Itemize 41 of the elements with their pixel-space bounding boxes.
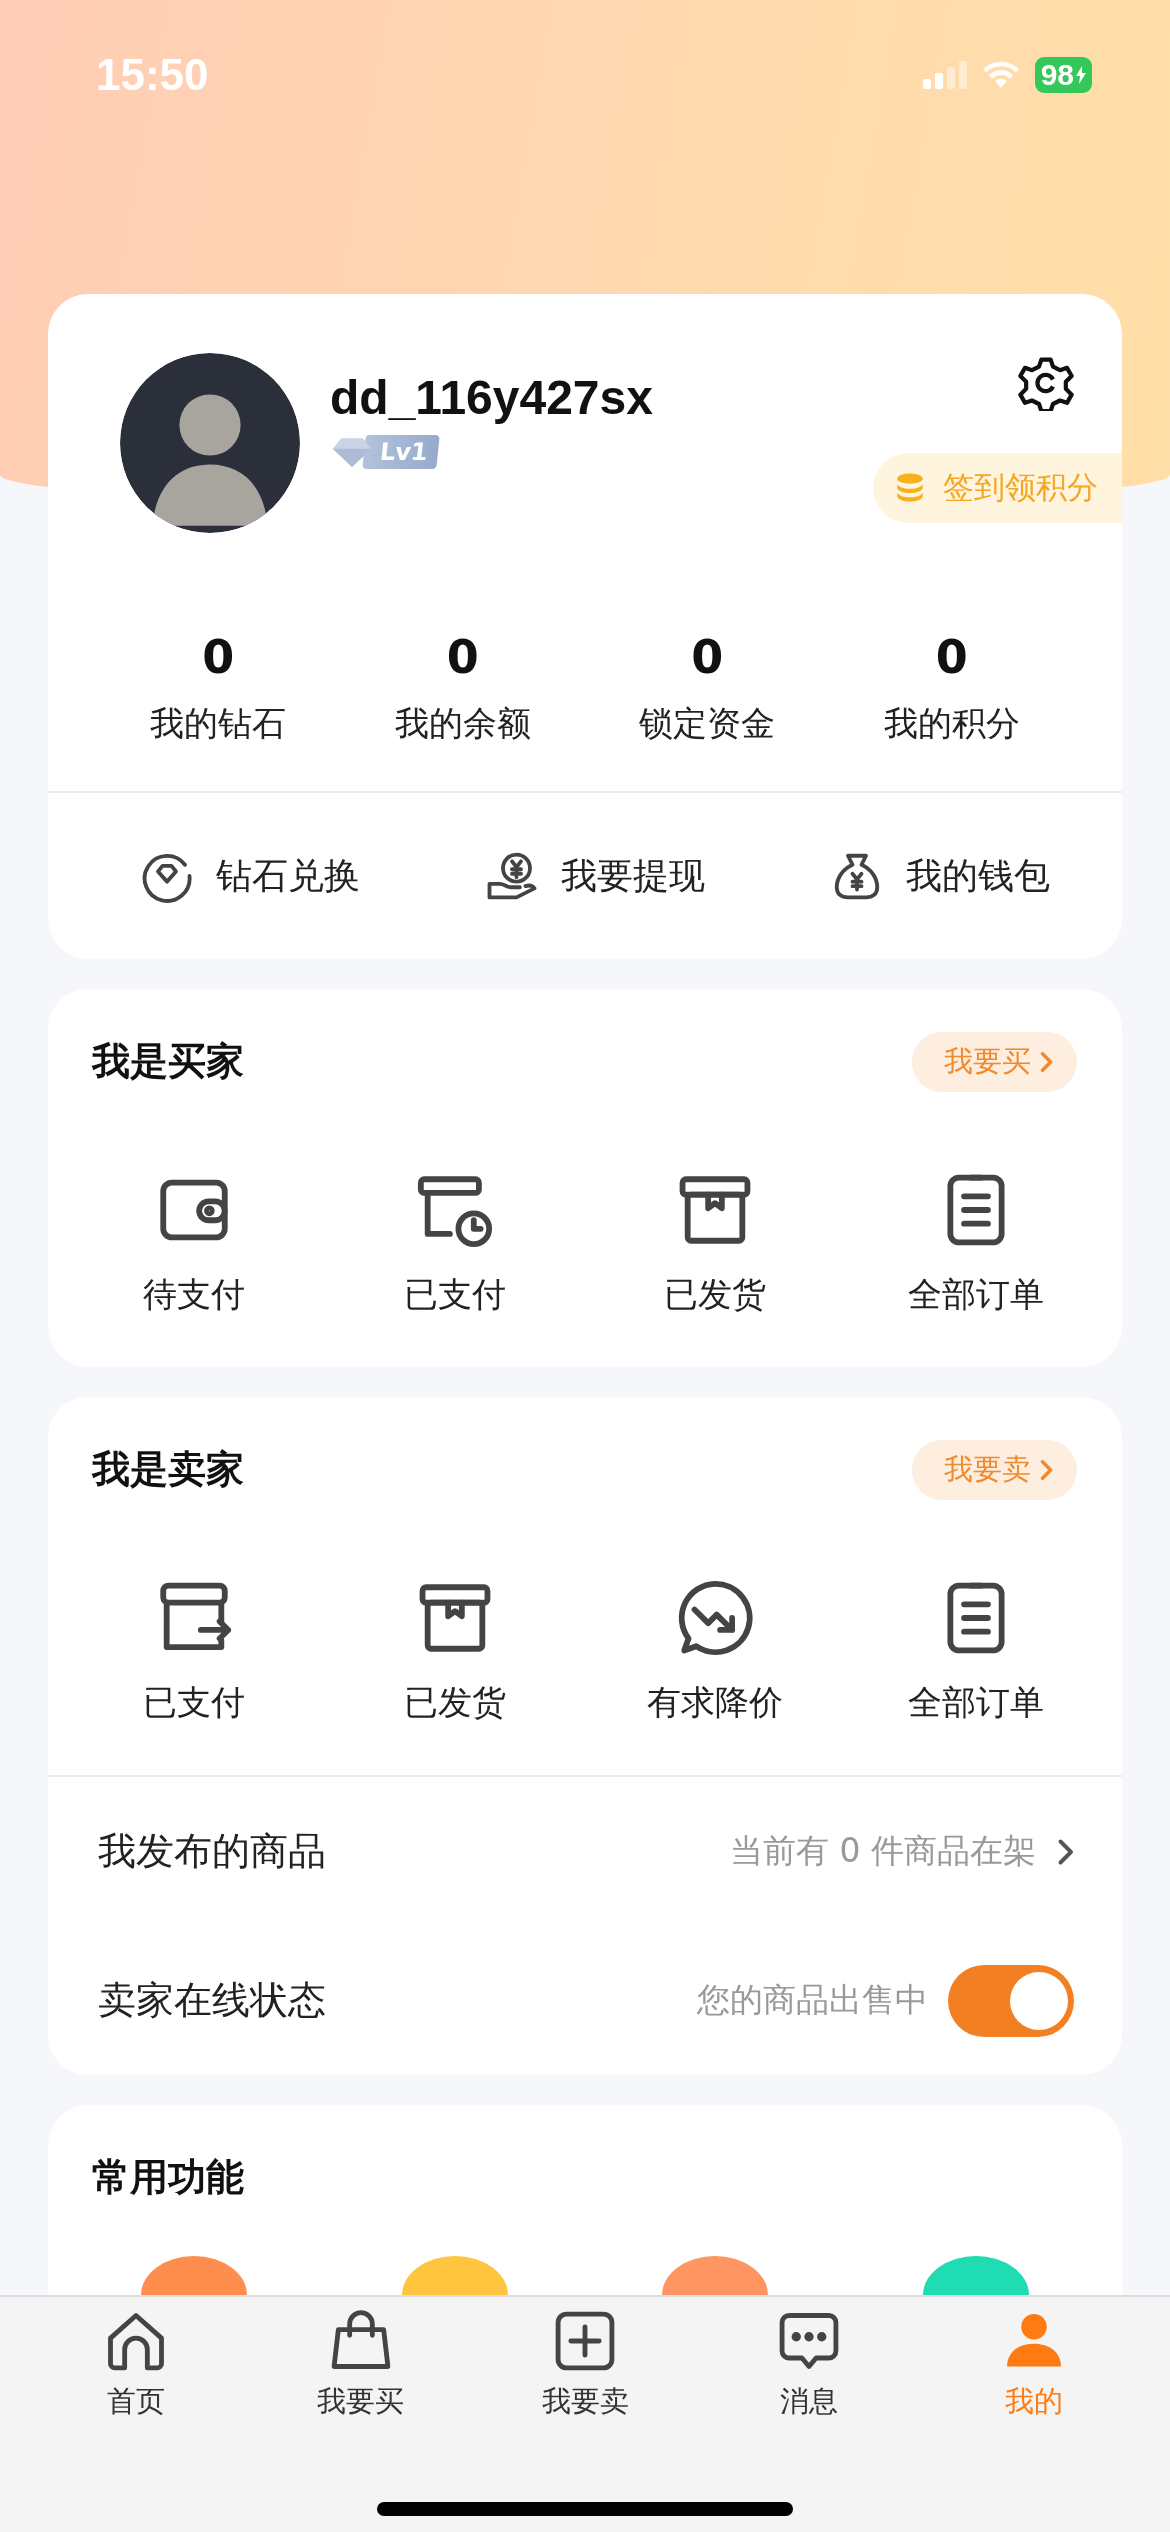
stat-value: 0 — [935, 629, 968, 685]
level-badge: Lv1 — [362, 435, 440, 469]
action-link[interactable]: 我要提现 — [485, 849, 705, 903]
stat-value: 0 — [202, 629, 235, 685]
tab[interactable]: 我要卖 — [472, 2307, 698, 2419]
wifi-icon — [980, 60, 1021, 90]
action-link[interactable]: 钻石兑换 — [140, 849, 361, 903]
order-status-item[interactable]: 待支付 — [143, 1169, 246, 1315]
order-status-item[interactable]: 全部订单 — [907, 1577, 1044, 1723]
username: dd_116y427sx — [330, 371, 654, 425]
order-status-item[interactable]: 已支付 — [403, 1169, 506, 1315]
row-label: 卖家在线状态 — [98, 1977, 326, 2024]
order-status-item[interactable]: 已支付 — [143, 1577, 246, 1723]
stat-label: 锁定资金 — [639, 702, 776, 745]
stat-label: 我的余额 — [394, 702, 531, 745]
row-label: 我发布的商品 — [98, 1828, 326, 1875]
stat-label: 我的钻石 — [150, 702, 287, 745]
chevron-icon — [1039, 1049, 1053, 1074]
action-link[interactable]: 我的钱包 — [829, 849, 1050, 903]
tab[interactable]: 首页 — [24, 2307, 249, 2419]
chevron-icon[interactable] — [1056, 1836, 1074, 1867]
section-title: 我是卖家 — [92, 1446, 244, 1493]
order-status-item[interactable]: 已发货 — [664, 1169, 767, 1315]
section-title: 常用功能 — [92, 2154, 244, 2201]
order-status-item[interactable]: 已发货 — [403, 1577, 506, 1723]
tab[interactable]: 消息 — [697, 2307, 922, 2419]
stat-value: 0 — [691, 629, 724, 685]
stat-label: 我的积分 — [883, 702, 1020, 745]
tab[interactable]: 我要买 — [248, 2307, 473, 2419]
order-status-item[interactable]: 全部订单 — [907, 1169, 1044, 1315]
chevron-icon — [1039, 1457, 1053, 1482]
status-time: 15:50 — [96, 50, 209, 100]
section-title: 我是买家 — [92, 1038, 244, 1085]
row-value: 当前有 0 件商品在架 — [730, 1830, 1036, 1872]
settings-icon[interactable] — [1018, 355, 1074, 411]
stat-value: 0 — [446, 629, 479, 685]
row-value: 您的商品出售中 — [697, 1979, 928, 2021]
signal-icon — [922, 61, 967, 89]
avatar[interactable] — [120, 353, 300, 533]
battery-indicator: 98 — [1034, 57, 1092, 93]
order-status-item[interactable]: 有求降价 — [647, 1577, 784, 1723]
